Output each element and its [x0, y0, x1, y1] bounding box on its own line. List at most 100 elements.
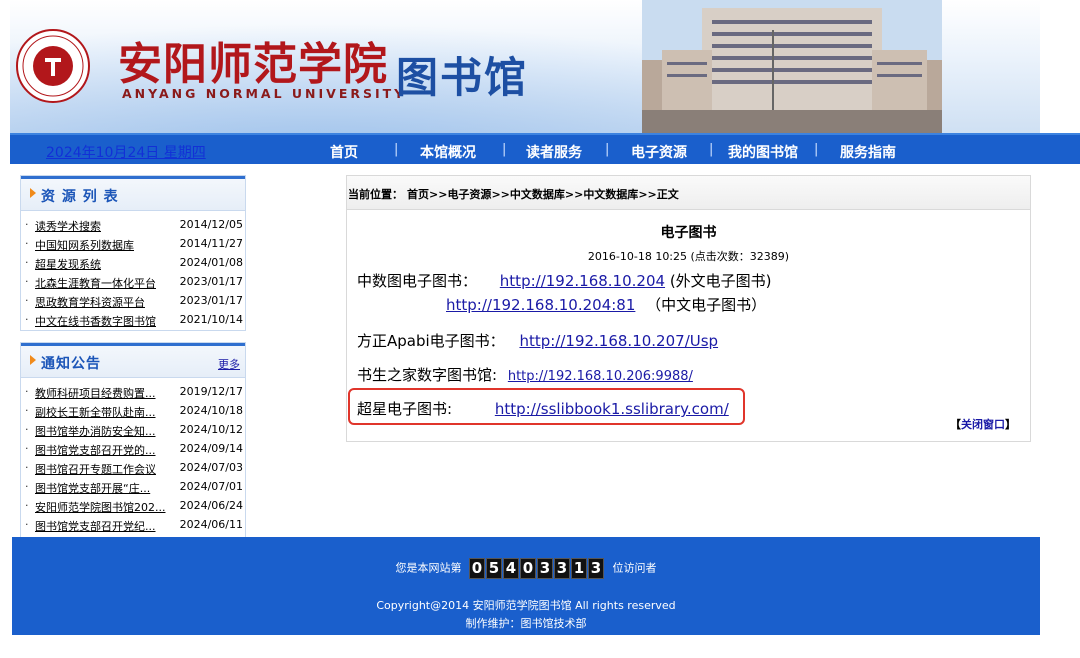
counter-digit: 3: [554, 558, 570, 579]
resource-list-panel: 资 源 列 表 · 读秀学术搜索 2014/12/05 · 中国知网系列数据库 2014…: [20, 175, 246, 331]
resource-list-header: 资 源 列 表: [21, 176, 245, 211]
bullet-icon: ·: [25, 256, 29, 269]
zhongshutu-foreign-link[interactable]: http://192.168.10.204: [500, 272, 665, 290]
notice-date: 2019/12/17: [179, 385, 243, 398]
resource-link[interactable]: 中文在线书香数字图书馆: [35, 313, 156, 329]
visit-suffix: 位访问者: [612, 561, 657, 575]
bullet-icon: ·: [25, 499, 29, 512]
current-date-link[interactable]: 2024年10月24日 星期四: [46, 142, 206, 162]
notice-date: 2024/10/12: [179, 423, 243, 436]
notices-title: 通知公告: [41, 356, 101, 372]
bullet-icon: ·: [25, 275, 29, 288]
breadcrumb-cn-database[interactable]: 中文数据库: [510, 188, 565, 201]
visitor-counter-line: 您是本网站第 05403313 位访问者: [12, 558, 1040, 579]
close-window-link[interactable]: 关闭窗口: [961, 418, 1005, 431]
notice-link[interactable]: 图书馆召开专题工作会议: [35, 461, 156, 477]
resource-item: · 思政教育学科资源平台 2023/01/17: [21, 291, 245, 310]
bullet-icon: ·: [25, 518, 29, 531]
notice-date: 2024/07/03: [179, 461, 243, 474]
resource-link[interactable]: 超星发现系统: [35, 256, 101, 272]
notice-link[interactable]: 安阳师范学院图书馆202...: [35, 499, 166, 515]
nav-separator: |: [709, 142, 714, 157]
apabi-link[interactable]: http://192.168.10.207/Usp: [519, 332, 718, 350]
notice-item: · 图书馆举办消防安全知... 2024/10/12: [21, 420, 245, 439]
notices-panel: 通知公告 更多 · 教师科研项目经费购置... 2019/12/17 · 副校长王新全…: [20, 342, 246, 539]
zhongshutu-chinese-link[interactable]: http://192.168.10.204:81: [446, 296, 635, 314]
shusheng-line: 书生之家数字图书馆: http://192.168.10.206:9988/: [357, 364, 693, 385]
resource-date: 2023/01/17: [179, 294, 243, 307]
bullet-icon: ·: [25, 218, 29, 231]
library-building-photo: [642, 0, 942, 133]
nav-my-library[interactable]: 我的图书馆: [728, 142, 798, 162]
resource-item: · 超星发现系统 2024/01/08: [21, 253, 245, 272]
nav-reader-services[interactable]: 读者服务: [526, 142, 582, 162]
notice-link[interactable]: 图书馆举办消防安全知...: [35, 423, 156, 439]
notice-link[interactable]: 教师科研项目经费购置...: [35, 385, 156, 401]
notice-date: 2024/06/24: [179, 499, 243, 512]
breadcrumb-home[interactable]: 首页: [407, 188, 429, 201]
bullet-icon: ·: [25, 461, 29, 474]
resource-link[interactable]: 读秀学术搜索: [35, 218, 101, 234]
resource-date: 2021/10/14: [179, 313, 243, 326]
nav-service-guide[interactable]: 服务指南: [840, 142, 896, 162]
bullet-icon: ·: [25, 404, 29, 417]
nav-separator: |: [814, 142, 819, 157]
breadcrumb-path: 首页>>电子资源>>中文数据库>>中文数据库>>正文: [407, 186, 679, 202]
nav-home[interactable]: 首页: [330, 142, 358, 162]
notice-link[interactable]: 图书馆党支部开展“庄...: [35, 480, 150, 496]
notice-link[interactable]: 图书馆党支部召开党的...: [35, 442, 156, 458]
university-name-en: ANYANG NORMAL UNIVERSITY: [122, 86, 407, 101]
counter-digit: 4: [503, 558, 519, 579]
resource-link[interactable]: 中国知网系列数据库: [35, 237, 134, 253]
notice-item: · 安阳师范学院图书馆202... 2024/06/24: [21, 496, 245, 515]
notice-link[interactable]: 副校长王新全带队赴南...: [35, 404, 156, 420]
site-footer: 您是本网站第 05403313 位访问者 Copyright@2014 安阳师范…: [12, 537, 1040, 635]
bullet-icon: ·: [25, 442, 29, 455]
resource-item: · 北森生涯教育一体化平台 2023/01/17: [21, 272, 245, 291]
resource-link[interactable]: 思政教育学科资源平台: [35, 294, 145, 310]
bullet-icon: ·: [25, 313, 29, 326]
article-title: 电子图书: [660, 225, 717, 241]
breadcrumb-sep: >>: [429, 188, 448, 201]
close-bracket-open: 【: [950, 418, 961, 431]
article-panel: 当前位置： 首页>>电子资源>>中文数据库>>中文数据库>>正文 电子图书 20…: [346, 175, 1031, 442]
copyright: Copyright@2014 安阳师范学院图书馆 All rights rese…: [376, 599, 676, 612]
zhongshutu-foreign-note: (外文电子图书): [669, 272, 772, 290]
shusheng-label: 书生之家数字图书馆:: [357, 366, 498, 384]
breadcrumb-current: 正文: [656, 188, 679, 201]
counter-digit: 0: [520, 558, 536, 579]
notices-more-link[interactable]: 更多: [218, 356, 240, 372]
notice-item: · 图书馆党支部召开党纪... 2024/06/11: [21, 515, 245, 534]
bullet-icon: ·: [25, 423, 29, 436]
nav-library-overview[interactable]: 本馆概况: [420, 142, 476, 162]
orange-arrow-icon: [30, 355, 36, 365]
notice-item: · 图书馆召开专题工作会议 2024/07/03: [21, 458, 245, 477]
visitor-counter: 05403313: [469, 558, 605, 579]
chaoxing-link[interactable]: http://sslibbook1.sslibrary.com/: [495, 400, 729, 418]
resource-item: · 中文在线书香数字图书馆 2021/10/14: [21, 310, 245, 329]
bullet-icon: ·: [25, 294, 29, 307]
counter-digit: 5: [486, 558, 502, 579]
resource-link[interactable]: 北森生涯教育一体化平台: [35, 275, 156, 291]
counter-digit: 1: [571, 558, 587, 579]
resource-list-title: 资 源 列 表: [41, 189, 119, 205]
breadcrumb-cn-database-2[interactable]: 中文数据库: [583, 188, 638, 201]
shusheng-link[interactable]: http://192.168.10.206:9988/: [508, 369, 693, 384]
apabi-label: 方正Apabi电子图书：: [357, 332, 505, 350]
breadcrumb-e-resources[interactable]: 电子资源: [447, 188, 491, 201]
orange-arrow-icon: [30, 188, 36, 198]
visit-prefix: 您是本网站第: [395, 561, 462, 575]
counter-digit: 0: [469, 558, 485, 579]
nav-e-resources[interactable]: 电子资源: [631, 142, 687, 162]
resource-date: 2014/11/27: [179, 237, 243, 250]
breadcrumb-label: 当前位置：: [348, 188, 403, 201]
nav-separator: |: [502, 142, 507, 157]
notice-date: 2024/06/11: [179, 518, 243, 531]
breadcrumb-sep: >>: [638, 188, 657, 201]
notice-date: 2024/09/14: [179, 442, 243, 455]
resource-date: 2023/01/17: [179, 275, 243, 288]
notice-link[interactable]: 图书馆党支部召开党纪...: [35, 518, 156, 534]
bullet-icon: ·: [25, 480, 29, 493]
zhongshutu-line-2: http://192.168.10.204:81 （中文电子图书）: [446, 294, 766, 315]
zhongshutu-chinese-note: （中文电子图书）: [646, 296, 767, 314]
